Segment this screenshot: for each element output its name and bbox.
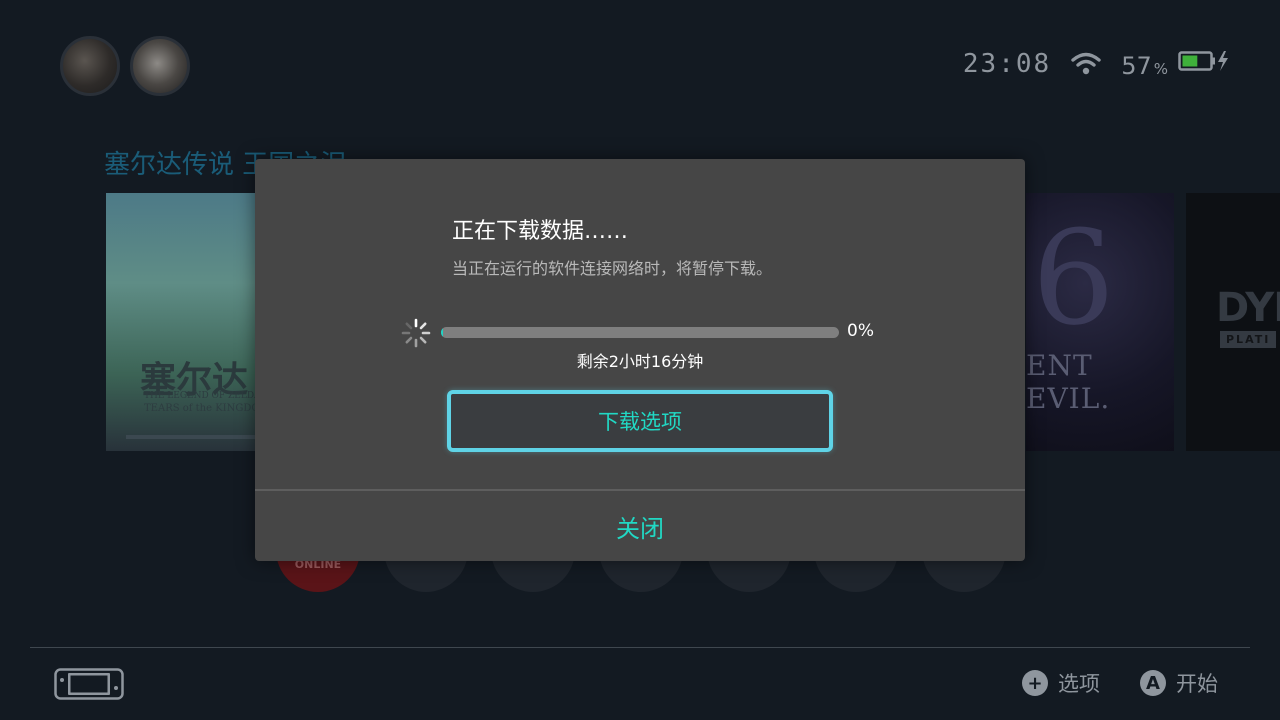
tile-progress-bar	[126, 435, 276, 439]
hint-options[interactable]: + 选项	[1022, 668, 1100, 698]
hint-label: 开始	[1176, 672, 1218, 696]
progress-percent: 0%	[847, 321, 874, 341]
plus-button-icon: +	[1022, 670, 1048, 696]
clock: 23:08	[962, 49, 1052, 79]
loading-spinner-icon	[401, 318, 431, 348]
status-bar: 23:08 57%	[963, 48, 1230, 80]
hint-label: 选项	[1058, 672, 1100, 696]
battery-unit: %	[1153, 60, 1168, 78]
user-avatar[interactable]	[60, 36, 120, 96]
battery-icon	[1178, 51, 1228, 71]
tile-title: ENT EVIL.	[1026, 349, 1111, 415]
tile-subtitle: THE LEGEND OF ZELDA	[144, 391, 261, 401]
game-tile-resident-evil[interactable]: 6 ENT EVIL.	[1026, 193, 1174, 451]
tile-subtitle: TEARS of the KINGDOM	[144, 403, 270, 414]
download-dialog: 正在下载数据…… 当正在运行的软件连接网络时，将暂停下载。 0% 剩余2小时16…	[255, 159, 1025, 561]
wifi-icon	[1071, 52, 1101, 75]
download-options-button[interactable]: 下载选项	[447, 390, 833, 452]
footer-divider	[30, 647, 1250, 648]
dialog-title: 正在下载数据……	[452, 219, 629, 244]
a-button-icon: A	[1140, 670, 1166, 696]
hint-start[interactable]: A 开始	[1140, 668, 1218, 698]
footer-hints: + 选项 A 开始	[1022, 668, 1218, 698]
battery-percent: 57	[1121, 52, 1152, 80]
tile-title: DYIN	[1216, 285, 1280, 331]
tile-subtitle: PLATI	[1220, 331, 1277, 348]
console-icon	[54, 668, 124, 700]
dialog-subtitle: 当正在运行的软件连接网络时，将暂停下载。	[452, 259, 773, 278]
battery-fill	[1182, 55, 1198, 67]
tile-logo: 6	[1032, 202, 1115, 354]
time-remaining: 剩余2小时16分钟	[576, 352, 704, 371]
download-progress-bar	[441, 327, 839, 338]
game-tile-dying-light[interactable]: DYIN PLATI	[1186, 193, 1280, 451]
progress-fill	[441, 327, 443, 338]
user-avatar[interactable]	[130, 36, 190, 96]
battery-readout: 57%	[1121, 48, 1230, 80]
charging-bolt-icon	[1218, 51, 1228, 71]
close-button[interactable]: 关闭	[255, 491, 1025, 561]
